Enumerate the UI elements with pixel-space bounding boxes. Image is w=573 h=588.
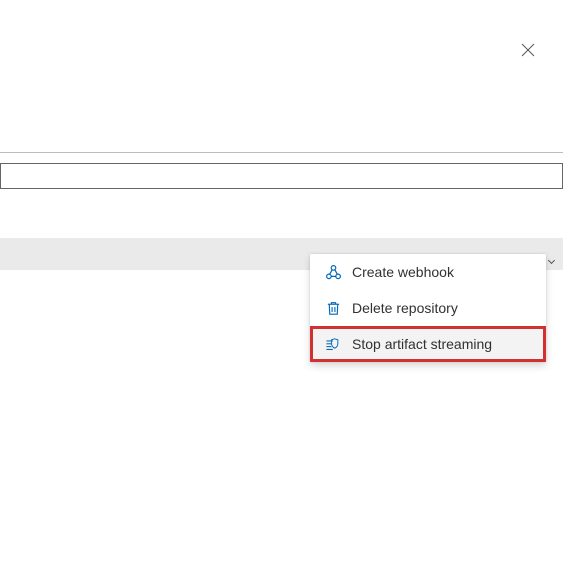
divider [0, 152, 563, 153]
stream-shield-icon [324, 335, 342, 353]
context-menu: Create webhook Delete repository Stop ar [310, 254, 546, 362]
menu-item-label: Stop artifact streaming [352, 336, 492, 352]
close-button[interactable] [518, 42, 538, 62]
menu-item-stop-artifact-streaming[interactable]: Stop artifact streaming [310, 326, 546, 362]
webhook-icon [324, 263, 342, 281]
menu-item-delete-repository[interactable]: Delete repository [310, 290, 546, 326]
menu-item-label: Create webhook [352, 264, 454, 280]
trash-icon [324, 299, 342, 317]
text-input[interactable] [0, 163, 563, 189]
menu-item-label: Delete repository [352, 300, 458, 316]
menu-item-create-webhook[interactable]: Create webhook [310, 254, 546, 290]
close-icon [520, 42, 536, 63]
